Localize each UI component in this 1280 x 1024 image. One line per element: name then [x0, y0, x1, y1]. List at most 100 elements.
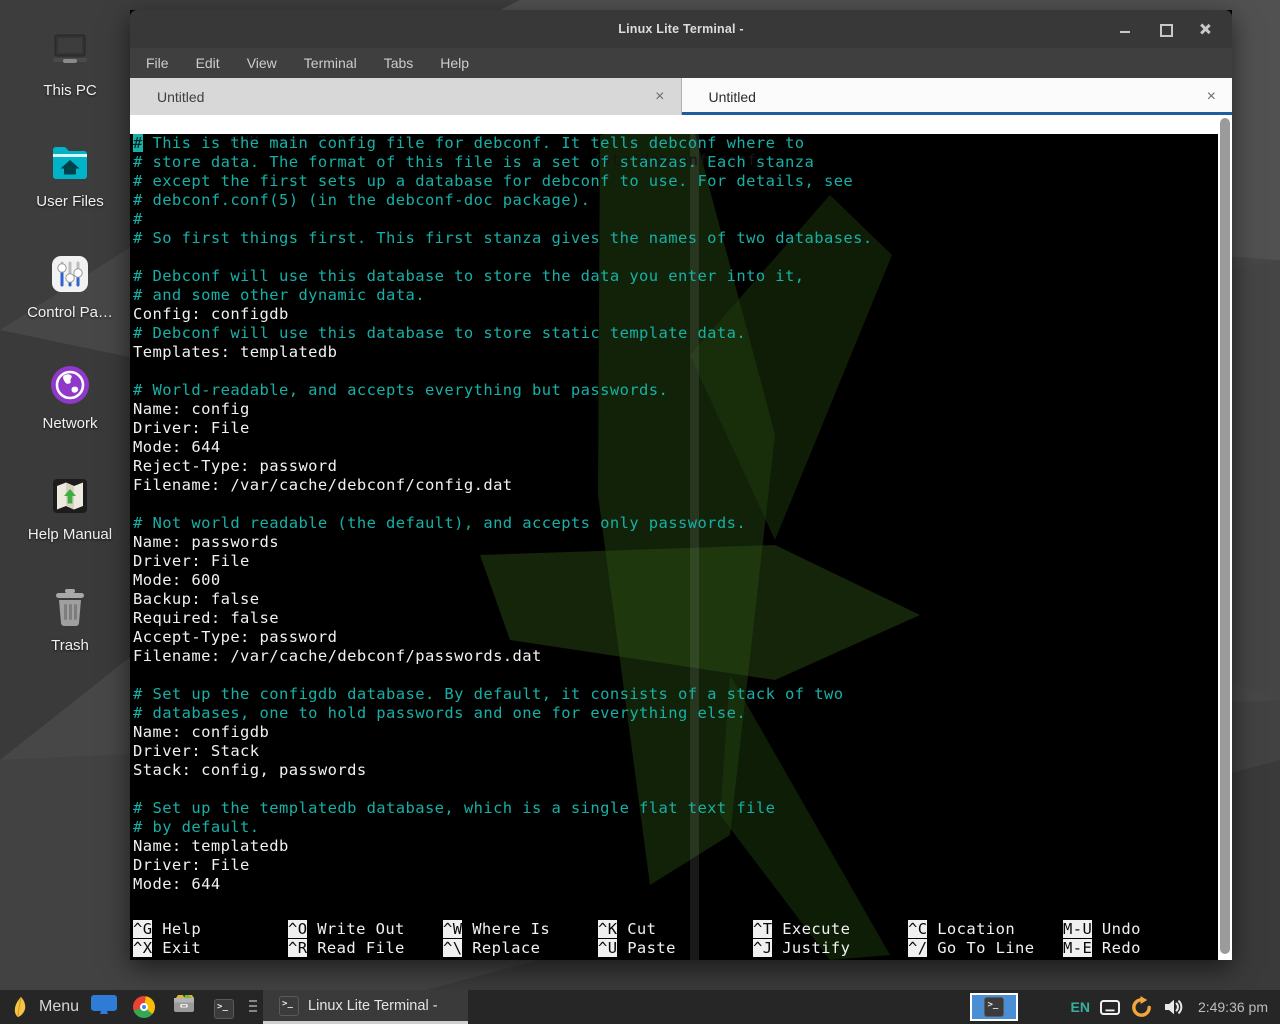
menu-file[interactable]: File: [146, 55, 169, 71]
terminal-tab-2[interactable]: Untitled×: [682, 78, 1233, 115]
desktop-icon-control-pa[interactable]: Control Pa…: [5, 250, 135, 321]
shortcut-replace: ^\ Replace: [443, 939, 598, 958]
shortcut-paste: ^U Paste: [598, 939, 753, 958]
shortcut-redo: M-E Redo: [1063, 939, 1218, 958]
shortcut-cut: ^K Cut: [598, 920, 753, 939]
taskbar-window-label: Linux Lite Terminal -: [308, 998, 438, 1014]
keyboard-layout-indicator[interactable]: EN: [1070, 999, 1089, 1015]
shortcut-key: ^\: [443, 939, 462, 957]
shortcut-key: ^X: [133, 939, 152, 957]
editor-line: Name: passwords: [133, 533, 1218, 552]
desktop-icon-trash[interactable]: Trash: [5, 583, 135, 654]
computer-icon: [46, 28, 94, 76]
close-icon[interactable]: [1198, 22, 1212, 36]
scrollbar-thumb[interactable]: [1220, 118, 1230, 954]
help-manual-icon: [46, 472, 94, 520]
editor-line: # Debconf will use this database to stor…: [133, 267, 1218, 286]
desktop-icon-network[interactable]: Network: [5, 361, 135, 432]
editor-line: [133, 666, 1218, 685]
editor-line: Driver: File: [133, 419, 1218, 438]
menu-help[interactable]: Help: [440, 55, 469, 71]
menu-tabs[interactable]: Tabs: [384, 55, 414, 71]
editor-line: # Debconf will use this database to stor…: [133, 324, 1218, 343]
editor-line: #: [133, 210, 1218, 229]
editor-line: Driver: File: [133, 856, 1218, 875]
quick-launchers: >_: [91, 994, 247, 1020]
shortcut-go-to-line: ^/ Go To Line: [908, 939, 1063, 958]
shortcut-key: ^R: [288, 939, 307, 957]
clock[interactable]: 2:49:36 pm: [1194, 999, 1272, 1015]
focused-window-indicator[interactable]: >_: [970, 993, 1018, 1021]
taskbar-window-button[interactable]: >_ Linux Lite Terminal -: [263, 990, 468, 1024]
tab-close-icon[interactable]: ×: [655, 89, 664, 105]
start-menu-button[interactable]: Menu: [0, 990, 91, 1024]
editor-line: # This is the main config file for debco…: [133, 134, 1218, 153]
display-settings-icon[interactable]: [1100, 1000, 1120, 1015]
shortcut-key: ^W: [443, 920, 462, 938]
desktop-icon-this-pc[interactable]: This PC: [5, 28, 135, 99]
editor-line: [133, 248, 1218, 267]
tab-close-icon[interactable]: ×: [1207, 89, 1216, 105]
home-folder-icon: [46, 139, 94, 187]
menu-terminal[interactable]: Terminal: [304, 55, 357, 71]
nano-shortcut-bar: ^G Help^X Exit^O Write Out^R Read File^W…: [130, 920, 1218, 960]
shortcut-where-is: ^W Where Is: [443, 920, 598, 939]
menu-view[interactable]: View: [247, 55, 277, 71]
minimize-icon[interactable]: [1118, 22, 1132, 36]
editor-line: Reject-Type: password: [133, 457, 1218, 476]
editor-line: Driver: Stack: [133, 742, 1218, 761]
launcher-terminal[interactable]: >_: [211, 994, 237, 1020]
terminal-icon: >_: [279, 996, 299, 1016]
editor-line: Config: configdb: [133, 305, 1218, 324]
terminal-icon: >_: [984, 997, 1004, 1017]
panel-grip-handle[interactable]: [249, 1000, 257, 1015]
editor-line: Mode: 644: [133, 875, 1218, 894]
system-tray: >_ EN 2:49:36 pm: [970, 993, 1280, 1021]
shortcut-key: ^U: [598, 939, 617, 957]
shortcut-undo: M-U Undo: [1063, 920, 1218, 939]
terminal-scrollbar[interactable]: [1218, 115, 1232, 960]
window-titlebar[interactable]: Linux Lite Terminal -: [130, 10, 1232, 48]
volume-icon[interactable]: [1163, 998, 1184, 1016]
nano-editor[interactable]: GNU nano 7.2 /etc/debconf.conf # This is…: [130, 115, 1218, 960]
desktop-icon-user-files[interactable]: User Files: [5, 139, 135, 210]
menu-edit[interactable]: Edit: [196, 55, 220, 71]
shortcut-column: ^T Execute^J Justify: [753, 920, 908, 958]
editor-line: [133, 780, 1218, 799]
linux-lite-logo-icon: [10, 996, 30, 1018]
menu-bar: File Edit View Terminal Tabs Help: [130, 48, 1232, 78]
shortcut-help: ^G Help: [133, 920, 288, 939]
launcher-file-manager[interactable]: [171, 994, 197, 1020]
editor-line: # Set up the templatedb database, which …: [133, 799, 1218, 818]
launcher-chrome[interactable]: [131, 994, 157, 1020]
shortcut-execute: ^T Execute: [753, 920, 908, 939]
tab-bar: Untitled×Untitled×: [130, 78, 1232, 115]
desktop-icon-column: This PC User Files Control Pa… Network Help …: [0, 28, 140, 654]
update-notifier-icon[interactable]: [1130, 996, 1153, 1019]
filemanager-icon: [172, 994, 196, 1020]
editor-line: # databases, one to hold passwords and o…: [133, 704, 1218, 723]
editor-line: # by default.: [133, 818, 1218, 837]
desktop-icon-label: Trash: [51, 637, 89, 654]
shortcut-key: ^C: [908, 920, 927, 938]
editor-line: # World-readable, and accepts everything…: [133, 381, 1218, 400]
nano-titlebar: GNU nano 7.2 /etc/debconf.conf: [130, 115, 1218, 134]
editor-line: # and some other dynamic data.: [133, 286, 1218, 305]
shortcut-key: ^K: [598, 920, 617, 938]
shortcut-justify: ^J Justify: [753, 939, 908, 958]
shortcut-column: ^O Write Out^R Read File: [288, 920, 443, 958]
desktop-icon-help-manual[interactable]: Help Manual: [5, 472, 135, 543]
terminal-tab-1[interactable]: Untitled ×: [130, 78, 682, 115]
editor-line: Backup: false: [133, 590, 1218, 609]
maximize-icon[interactable]: [1158, 22, 1172, 36]
launcher-workspaces[interactable]: [91, 994, 117, 1020]
nano-buffer[interactable]: # This is the main config file for debco…: [130, 134, 1218, 920]
shortcut-column: M-U UndoM-E Redo: [1063, 920, 1218, 958]
trash-icon: [46, 583, 94, 631]
editor-line: Templates: templatedb: [133, 343, 1218, 362]
tab-label: Untitled: [157, 89, 204, 105]
editor-line: [133, 495, 1218, 514]
desktop-icon-label: Control Pa…: [27, 304, 113, 321]
window-title: Linux Lite Terminal -: [618, 22, 744, 36]
shortcut-write-out: ^O Write Out: [288, 920, 443, 939]
